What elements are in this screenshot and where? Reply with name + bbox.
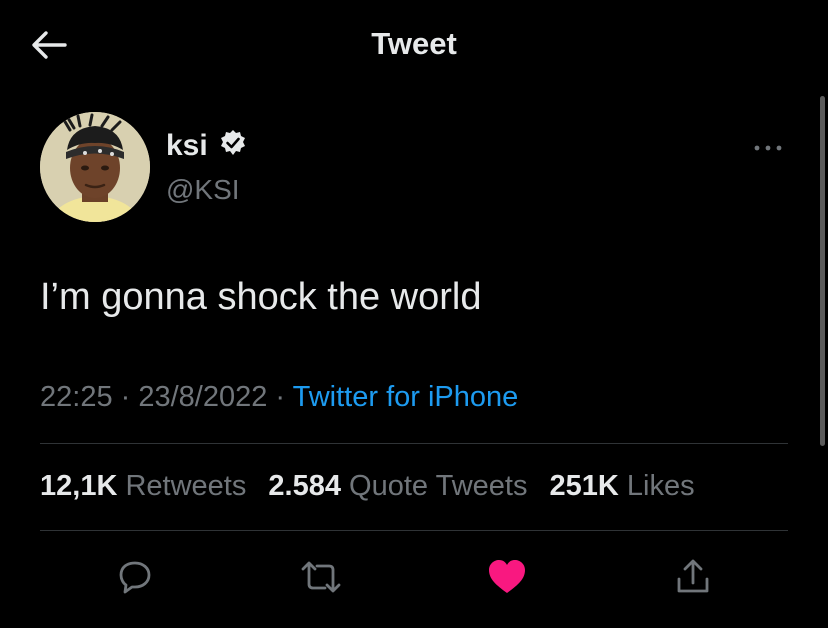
- heart-icon: [489, 560, 525, 593]
- likes-stat[interactable]: 251K Likes: [550, 470, 695, 502]
- meta-separator: ·: [112, 381, 139, 413]
- action-bar: [0, 552, 828, 602]
- retweet-icon: [301, 561, 341, 593]
- reply-button[interactable]: [110, 552, 160, 602]
- page-title: Tweet: [371, 26, 457, 61]
- user-avatar: [40, 112, 150, 222]
- retweets-stat[interactable]: 12,1K Retweets: [40, 470, 246, 502]
- tweet-date[interactable]: 23/8/2022: [138, 381, 267, 413]
- share-button[interactable]: [668, 552, 718, 602]
- retweets-label: Retweets: [125, 470, 247, 502]
- avatar[interactable]: [40, 112, 150, 222]
- more-options-button[interactable]: [748, 134, 788, 162]
- retweet-button[interactable]: [296, 552, 346, 602]
- tweet-text: I’m gonna shock the world: [40, 276, 482, 318]
- top-bar: Tweet: [0, 0, 828, 90]
- likes-label: Likes: [626, 470, 695, 502]
- tweet-meta: 22:25 · 23/8/2022 · Twitter for iPhone: [40, 381, 518, 414]
- author-handle[interactable]: @KSI: [166, 174, 240, 206]
- scrollbar[interactable]: [820, 96, 825, 446]
- more-icon: [754, 145, 782, 151]
- tweet-source-link[interactable]: Twitter for iPhone: [293, 381, 519, 413]
- tweet-time[interactable]: 22:25: [40, 381, 113, 413]
- meta-separator-2: ·: [267, 381, 293, 413]
- verified-badge-icon: [218, 128, 248, 163]
- author-display-name[interactable]: ksi: [166, 129, 208, 163]
- quote-tweets-label: Quote Tweets: [349, 470, 528, 502]
- divider: [40, 443, 788, 444]
- quote-tweets-stat[interactable]: 2.584 Quote Tweets: [268, 470, 527, 502]
- like-button[interactable]: [482, 552, 532, 602]
- likes-count: 251K: [549, 470, 619, 502]
- retweets-count: 12,1K: [40, 470, 118, 502]
- tweet-stats: 12,1K Retweets 2.584 Quote Tweets 251K L…: [40, 470, 709, 503]
- author-name-row[interactable]: ksi: [166, 128, 248, 163]
- share-icon: [677, 559, 709, 593]
- reply-icon: [119, 561, 151, 594]
- divider: [40, 530, 788, 531]
- quote-tweets-count: 2.584: [268, 470, 341, 502]
